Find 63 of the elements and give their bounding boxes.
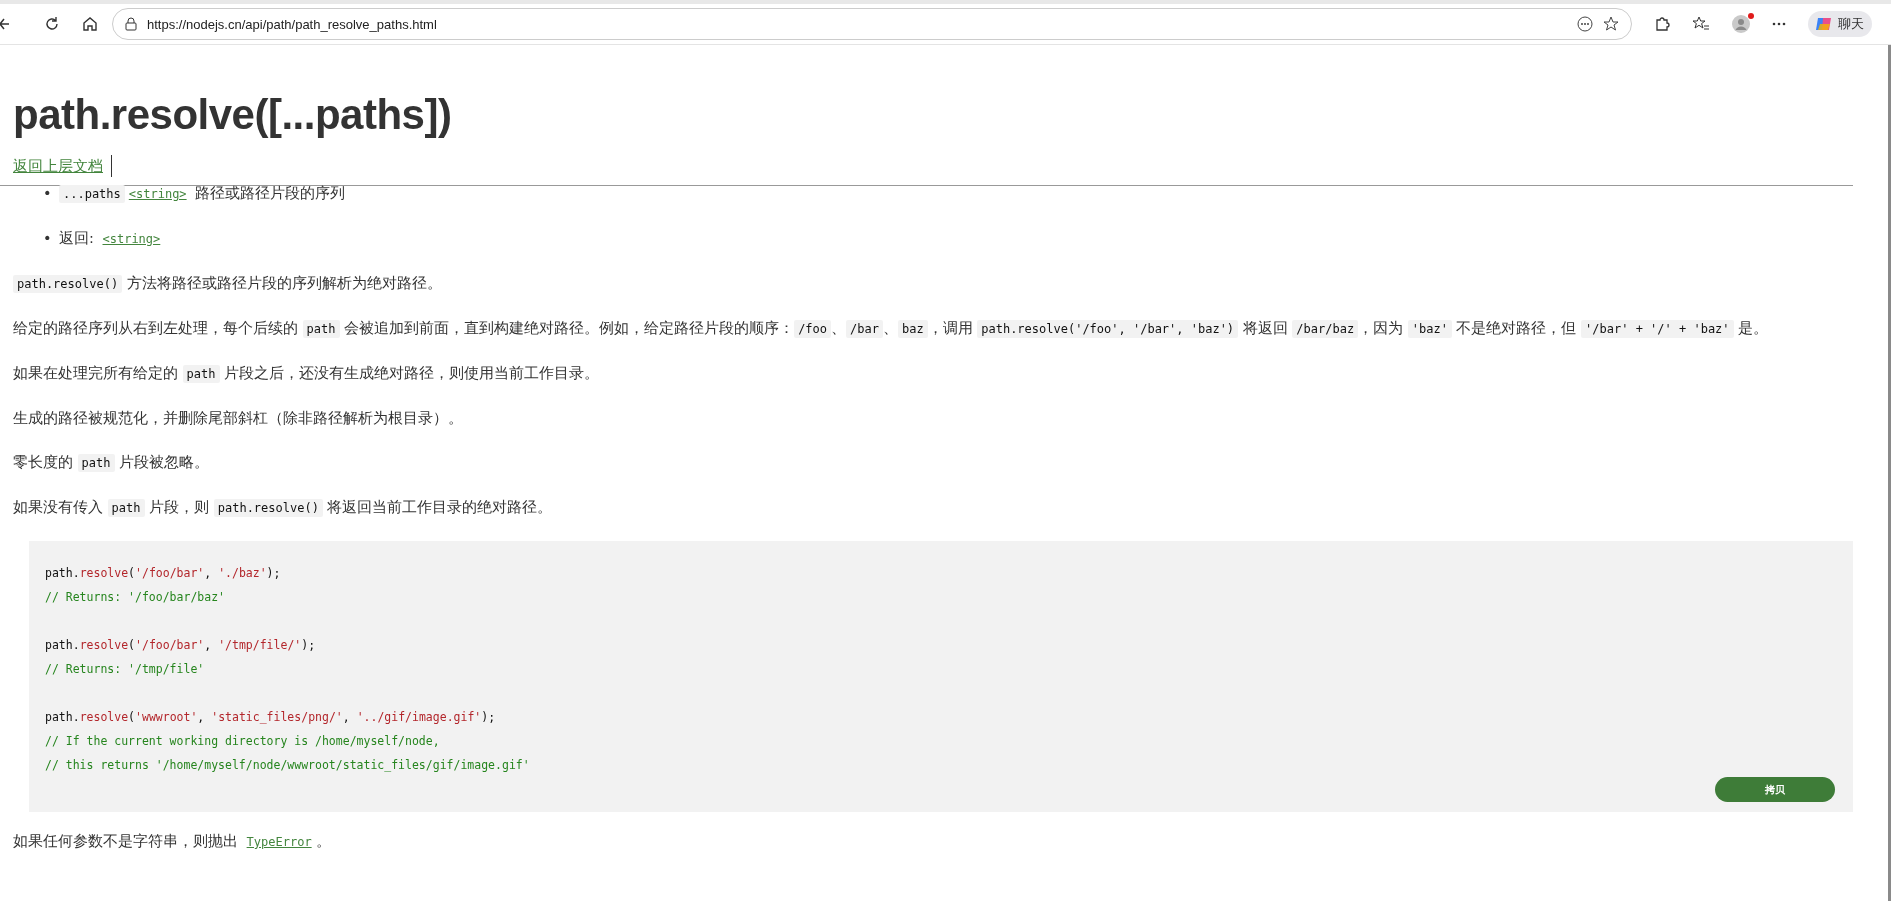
reload-icon[interactable] (44, 16, 60, 32)
scrollbar[interactable] (1888, 45, 1891, 901)
favorites-icon[interactable] (1692, 16, 1710, 32)
back-arrow-icon[interactable] (0, 16, 10, 32)
more-menu-icon[interactable] (1772, 22, 1786, 26)
paragraph-text: ，因为 (1358, 320, 1405, 336)
inline-code: baz (897, 320, 928, 338)
paragraph-text: 将返回当前工作目录的绝对路径。 (326, 499, 553, 515)
paragraph-text: 零长度的 (13, 454, 74, 470)
inline-code: path.resolve() (13, 275, 123, 293)
puzzle-icon[interactable] (1654, 16, 1670, 32)
paragraph-text: 如果没有传入 (13, 499, 104, 515)
inline-code: path.resolve() (213, 499, 323, 517)
paragraph-text: 将返回 (1241, 320, 1289, 336)
inline-code: /bar (846, 320, 883, 338)
paragraph-text: 是。 (1737, 320, 1769, 336)
paragraph-text: 片段之后，还没有生成绝对路径，则使用当前工作目录。 (223, 365, 600, 381)
inline-code: path (107, 499, 145, 517)
paragraph-text: 。 (315, 833, 331, 849)
inline-code: path (182, 365, 220, 383)
paragraph-text: 片段，则 (148, 499, 211, 515)
bullet: • (43, 229, 53, 248)
paragraph-text: 生成的路径被规范化，并删除尾部斜杠（除非路径解析为根目录）。 (13, 410, 463, 426)
inline-code: 'baz' (1407, 320, 1452, 338)
inline-code: /foo (794, 320, 832, 338)
paragraph-text: 方法将路径或路径片段的序列解析为绝对路径。 (125, 275, 442, 291)
paragraph-text: 路径或路径片段的序列 (194, 185, 346, 201)
paragraph-text: 、 (831, 320, 847, 336)
home-icon[interactable] (82, 16, 98, 32)
code-line: // Returns: '/tmp/file' (45, 661, 205, 678)
copy-button[interactable]: 拷贝 (1715, 777, 1835, 802)
paragraph-text: 会被追加到前面，直到构建绝对路径。例如，给定路径片段的顺序： (343, 320, 795, 336)
paragraph-text: ，调用 (927, 320, 974, 336)
code-line: path.resolve('wwwroot', 'static_files/png/', '../gif/image.gif'); (45, 709, 496, 726)
inline-code: path.resolve('/foo', '/bar', 'baz') (977, 320, 1239, 338)
inline-code: /bar/baz (1292, 320, 1359, 338)
paragraph-text: 如果任何参数不是字符串，则抛出 (13, 833, 239, 849)
paragraph-text: 给定的路径序列从右到左处理，每个后续的 (13, 320, 299, 336)
profile-avatar-icon[interactable] (1732, 15, 1750, 33)
paragraph-text: 如果在处理完所有给定的 (13, 365, 179, 381)
code-line: // this returns '/home/myself/node/wwwroot/static_files/gif/image.gif' (45, 757, 530, 774)
favorite-star-icon[interactable] (1603, 16, 1619, 32)
lock-icon (125, 17, 137, 31)
inline-code: path (302, 320, 340, 338)
copilot-chat-button[interactable]: 聊天 (1808, 11, 1872, 37)
more-options-icon[interactable] (1577, 16, 1593, 32)
code-line: // If the current working directory is /home/myself/node, (45, 733, 440, 750)
inline-code: path (77, 454, 115, 472)
paragraph-text: 片段被忽略。 (118, 454, 210, 470)
code-line: path.resolve('/foo/bar', './baz'); (45, 565, 281, 582)
inline-code: '/bar' + '/' + 'baz' (1581, 320, 1734, 338)
type-link[interactable]: <string> (128, 187, 187, 201)
back-link[interactable]: 返回上层文档 (13, 156, 103, 176)
code-line: path.resolve('/foo/bar', '/tmp/file/'); (45, 637, 316, 654)
bullet: • (43, 184, 53, 203)
code-line: // Returns: '/foo/bar/baz' (45, 589, 225, 606)
paragraph-text: 返回: (59, 230, 95, 246)
page-title: path.resolve([...paths]) (13, 91, 453, 139)
paragraph-text: 不是绝对路径，但 (1455, 320, 1578, 336)
type-link[interactable]: <string> (102, 232, 161, 246)
type-link[interactable]: TypeError (246, 835, 312, 849)
inline-code: ...paths (59, 185, 125, 203)
paragraph-text: 、 (882, 320, 898, 336)
